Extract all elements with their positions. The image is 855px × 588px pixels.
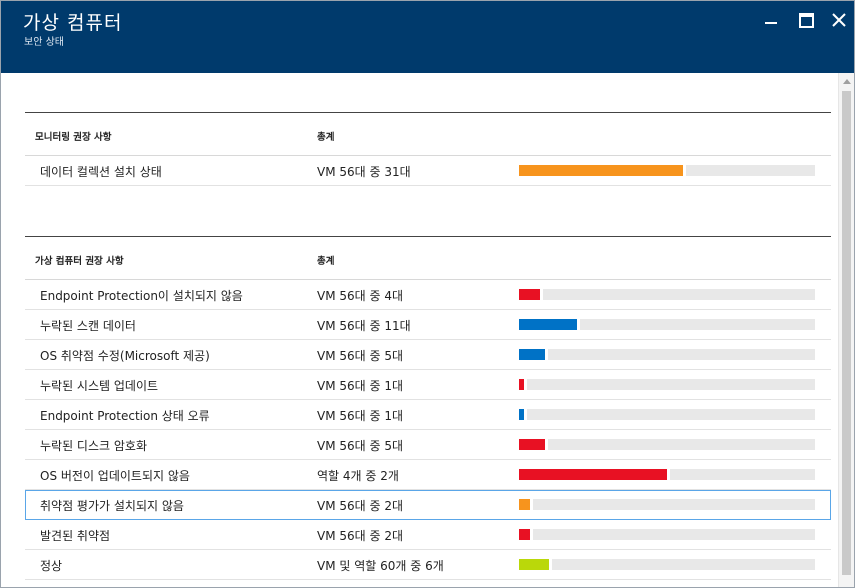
recommendation-row[interactable]: Endpoint Protection 상태 오류 VM 56대 중 1대 xyxy=(25,400,831,430)
progress-bar-fill xyxy=(519,559,552,570)
progress-bar-fill xyxy=(519,349,548,360)
recommendation-name: Endpoint Protection이 설치되지 않음 xyxy=(40,289,243,303)
progress-bar-track xyxy=(519,529,815,540)
progress-bar-fill xyxy=(519,439,548,450)
recommendation-name: OS 버전이 업데이트되지 않음 xyxy=(40,469,190,483)
vm-recommendations-section: 가상 컴퓨터 권장 사항 총계 Endpoint Protection이 설치되… xyxy=(25,236,831,580)
recommendation-total: 역할 4개 중 2개 xyxy=(317,469,399,483)
minimize-button[interactable] xyxy=(760,9,782,31)
monitoring-header-total: 총계 xyxy=(317,132,335,143)
progress-bar-track xyxy=(519,439,815,450)
recommendation-name: 누락된 스캔 데이터 xyxy=(40,319,136,333)
blade-content: 모니터링 권장 사항 총계 데이터 컬렉션 설치 상태 VM 56대 중 31대 … xyxy=(25,112,831,580)
recommendation-name: Endpoint Protection 상태 오류 xyxy=(40,409,210,423)
recommendation-total: VM 56대 중 1대 xyxy=(317,379,404,393)
recommendation-total: VM 56대 중 4대 xyxy=(317,289,404,303)
close-button[interactable] xyxy=(828,9,850,31)
progress-bar-fill xyxy=(519,319,580,330)
vm-recommendations-header-name: 가상 컴퓨터 권장 사항 xyxy=(35,256,124,267)
progress-bar-track xyxy=(519,349,815,360)
recommendation-row[interactable]: 데이터 컬렉션 설치 상태 VM 56대 중 31대 xyxy=(25,156,831,186)
recommendation-row[interactable]: 발견된 취약점 VM 56대 중 2대 xyxy=(25,520,831,550)
window-title: 가상 컴퓨터 xyxy=(23,12,123,34)
recommendation-row[interactable]: 누락된 시스템 업데이트 VM 56대 중 1대 xyxy=(25,370,831,400)
recommendation-total: VM 56대 중 5대 xyxy=(317,349,404,363)
progress-bar-track xyxy=(519,499,815,510)
window: 가상 컴퓨터 보안 상태 모니터링 권장 사항 총계 데이터 컬렉션 설치 상태… xyxy=(0,0,855,588)
recommendation-total: VM 56대 중 31대 xyxy=(317,165,411,179)
vm-recommendations-header-total: 총계 xyxy=(317,256,335,267)
scroll-up-icon[interactable] xyxy=(843,79,851,84)
progress-bar-track xyxy=(519,469,815,480)
maximize-icon xyxy=(799,13,814,28)
window-subtitle: 보안 상태 xyxy=(24,37,64,48)
recommendation-row[interactable]: OS 취약점 수정(Microsoft 제공) VM 56대 중 5대 xyxy=(25,340,831,370)
recommendation-total: VM 56대 중 2대 xyxy=(317,529,404,543)
monitoring-rows: 데이터 컬렉션 설치 상태 VM 56대 중 31대 xyxy=(25,156,831,186)
progress-bar-fill xyxy=(519,499,533,510)
progress-bar-track xyxy=(519,409,815,420)
recommendation-row[interactable]: 누락된 디스크 암호화 VM 56대 중 5대 xyxy=(25,430,831,460)
monitoring-header-name: 모니터링 권장 사항 xyxy=(35,132,112,143)
recommendation-total: VM 56대 중 1대 xyxy=(317,409,404,423)
progress-bar-track xyxy=(519,289,815,300)
vm-recommendation-rows: Endpoint Protection이 설치되지 않음 VM 56대 중 4대누… xyxy=(25,280,831,580)
recommendation-name: 누락된 디스크 암호화 xyxy=(40,439,147,453)
scrollbar-thumb[interactable] xyxy=(842,91,851,575)
recommendation-row[interactable]: 정상 VM 및 역할 60개 중 6개 xyxy=(25,550,831,580)
monitoring-header-row: 모니터링 권장 사항 총계 xyxy=(25,113,831,156)
progress-bar-track xyxy=(519,559,815,570)
recommendation-name: 데이터 컬렉션 설치 상태 xyxy=(40,165,162,179)
vm-recommendations-header-row: 가상 컴퓨터 권장 사항 총계 xyxy=(25,237,831,280)
recommendation-total: VM 및 역할 60개 중 6개 xyxy=(317,559,444,573)
title-bar: 가상 컴퓨터 보안 상태 xyxy=(1,1,854,73)
progress-bar-fill xyxy=(519,165,686,176)
recommendation-row[interactable]: 취약점 평가가 설치되지 않음 VM 56대 중 2대 xyxy=(25,490,831,520)
progress-bar-fill xyxy=(519,379,527,390)
monitoring-section: 모니터링 권장 사항 총계 데이터 컬렉션 설치 상태 VM 56대 중 31대 xyxy=(25,112,831,186)
vertical-scrollbar[interactable] xyxy=(838,73,854,587)
recommendation-row[interactable]: Endpoint Protection이 설치되지 않음 VM 56대 중 4대 xyxy=(25,280,831,310)
progress-bar-track xyxy=(519,165,815,176)
recommendation-name: 누락된 시스템 업데이트 xyxy=(40,379,159,393)
maximize-button[interactable] xyxy=(795,9,817,31)
recommendation-name: OS 취약점 수정(Microsoft 제공) xyxy=(40,349,210,363)
recommendation-name: 취약점 평가가 설치되지 않음 xyxy=(40,499,184,513)
progress-bar-fill xyxy=(519,289,543,300)
recommendation-total: VM 56대 중 11대 xyxy=(317,319,411,333)
progress-bar-fill xyxy=(519,529,533,540)
progress-bar-fill xyxy=(519,469,670,480)
progress-bar-track xyxy=(519,379,815,390)
recommendation-row[interactable]: OS 버전이 업데이트되지 않음 역할 4개 중 2개 xyxy=(25,460,831,490)
progress-bar-fill xyxy=(519,409,527,420)
recommendation-name: 발견된 취약점 xyxy=(40,529,111,543)
recommendation-row[interactable]: 누락된 스캔 데이터 VM 56대 중 11대 xyxy=(25,310,831,340)
progress-bar-track xyxy=(519,319,815,330)
recommendation-total: VM 56대 중 5대 xyxy=(317,439,404,453)
recommendation-total: VM 56대 중 2대 xyxy=(317,499,404,513)
recommendation-name: 정상 xyxy=(40,559,63,573)
minimize-icon xyxy=(765,22,777,24)
close-icon xyxy=(832,13,846,27)
